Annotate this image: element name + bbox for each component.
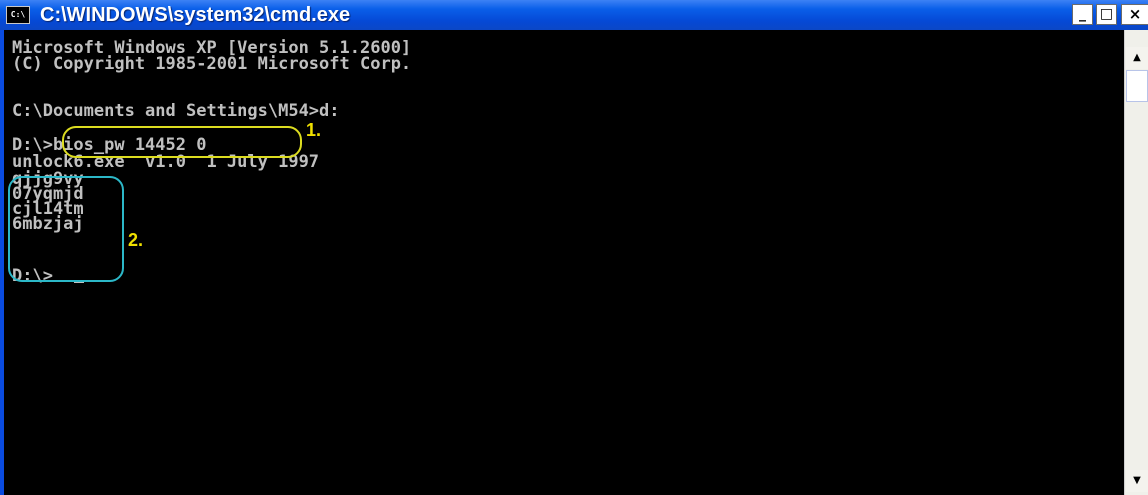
vertical-scrollbar[interactable]: ▲ ▼ [1124, 30, 1148, 495]
annotation-marker-2: 2. [128, 230, 144, 250]
console-line: (C) Copyright 1985-2001 Microsoft Corp. [12, 54, 412, 74]
highlight-oval-command [62, 126, 302, 158]
console-output[interactable]: Microsoft Windows XP [Version 5.1.2600] … [0, 30, 1124, 495]
window-title: C:\WINDOWS\system32\cmd.exe [40, 4, 351, 26]
console-app-icon[interactable]: C:\ [6, 6, 30, 24]
minimize-button[interactable]: _ [1072, 4, 1093, 25]
console-line: C:\Documents and Settings\M54>d: [12, 101, 340, 121]
highlight-oval-passwords [8, 176, 124, 282]
title-bar[interactable]: C:\ C:\WINDOWS\system32\cmd.exe _ □ × [0, 0, 1148, 30]
scroll-up-arrow-icon[interactable]: ▲ [1126, 47, 1148, 69]
scroll-thumb[interactable] [1126, 70, 1148, 102]
scroll-down-arrow-icon[interactable]: ▼ [1126, 470, 1148, 492]
close-button[interactable]: × [1121, 4, 1148, 25]
maximize-button[interactable]: □ [1096, 4, 1117, 25]
annotation-marker-1: 1. [306, 120, 322, 140]
